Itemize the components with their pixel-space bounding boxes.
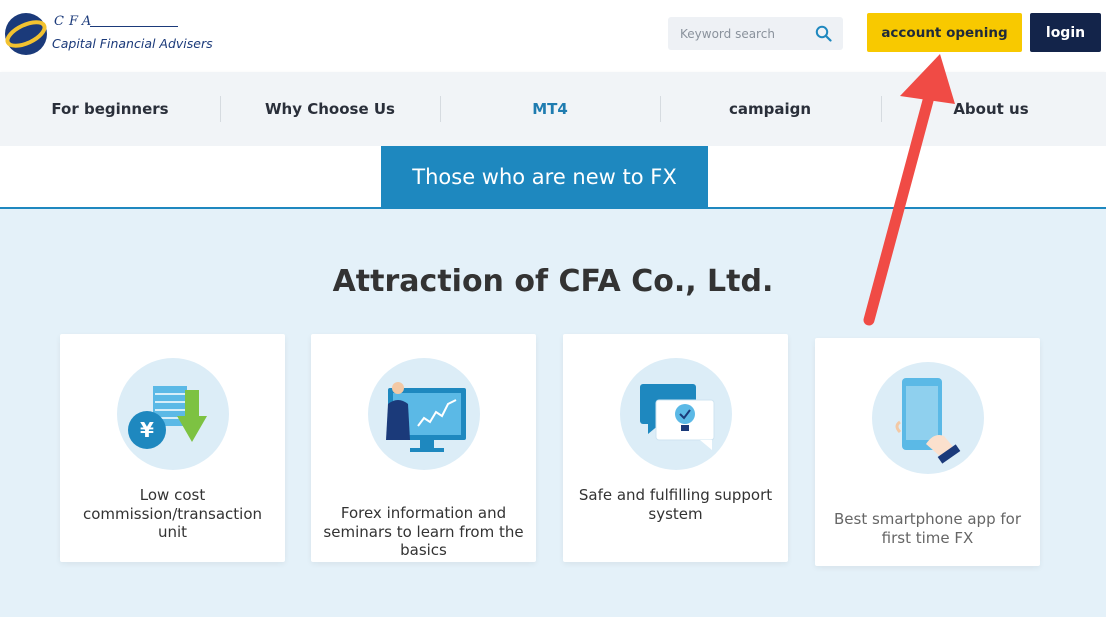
feature-card-smartphone-app[interactable]: Best smartphone app for first time FX bbox=[815, 338, 1040, 566]
section-title: Attraction of CFA Co., Ltd. bbox=[332, 264, 774, 299]
nav-item-campaign[interactable]: campaign bbox=[660, 72, 880, 146]
cfa-logo-icon bbox=[5, 13, 47, 55]
logo-divider bbox=[90, 26, 178, 27]
feature-card-text: Safe and fulfilling support system bbox=[578, 486, 773, 523]
seminar-presenter-icon bbox=[367, 358, 480, 470]
feature-card-text: Low cost commission/transaction unit bbox=[82, 486, 263, 541]
search-input[interactable] bbox=[668, 17, 808, 50]
nav-item-mt4[interactable]: MT4 bbox=[440, 72, 660, 146]
nav-item-about-us[interactable]: About us bbox=[881, 72, 1101, 146]
search-box bbox=[668, 17, 843, 50]
logo-company-name: Capital Financial Advisers bbox=[52, 36, 213, 51]
support-chat-icon bbox=[619, 358, 732, 470]
login-button[interactable]: login bbox=[1030, 13, 1101, 52]
site-header: CFA Capital Financial Advisers account o… bbox=[0, 0, 1106, 72]
svg-text:¥: ¥ bbox=[140, 418, 154, 442]
account-opening-button[interactable]: account opening bbox=[867, 13, 1022, 52]
feature-card-support[interactable]: Safe and fulfilling support system bbox=[563, 334, 788, 562]
yen-cost-down-icon: ¥ bbox=[116, 358, 229, 470]
feature-card-low-cost[interactable]: ¥ Low cost commission/transaction unit bbox=[60, 334, 285, 562]
feature-card-seminars[interactable]: Forex information and seminars to learn … bbox=[311, 334, 536, 562]
logo[interactable]: CFA Capital Financial Advisers bbox=[4, 10, 213, 60]
nav-item-why-choose-us[interactable]: Why Choose Us bbox=[220, 72, 440, 146]
tab-new-to-fx[interactable]: Those who are new to FX bbox=[381, 146, 708, 208]
feature-card-text: Forex information and seminars to learn … bbox=[323, 504, 524, 559]
nav-item-for-beginners[interactable]: For beginners bbox=[0, 72, 220, 146]
feature-card-text: Best smartphone app for first time FX bbox=[834, 510, 1021, 547]
main-nav: For beginners Why Choose Us MT4 campaign… bbox=[0, 72, 1106, 146]
search-icon[interactable] bbox=[815, 25, 832, 42]
smartphone-hand-icon bbox=[871, 362, 984, 474]
